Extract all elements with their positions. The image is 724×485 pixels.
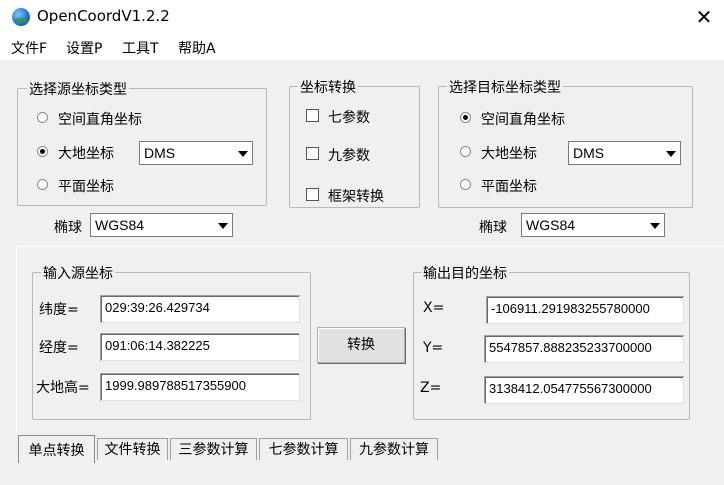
output-x-field[interactable]: -106911.291983255780000 (486, 296, 684, 324)
convert-button[interactable]: 转换 (317, 327, 405, 363)
target-format-select[interactable]: DMS (568, 141, 681, 165)
chevron-down-icon[interactable] (213, 215, 231, 235)
source-label-geodetic: 大地坐标 (58, 146, 114, 162)
target-label-geodetic: 大地坐标 (481, 146, 537, 162)
output-legend: 输出目的坐标 (421, 263, 509, 283)
target-ellipsoid-select[interactable]: WGS84 (521, 213, 665, 237)
source-radio-cartesian[interactable] (37, 112, 48, 123)
output-label-x: X= (423, 300, 445, 316)
output-z-field[interactable]: 3138412.054775567300000 (484, 376, 684, 404)
target-type-legend: 选择目标坐标类型 (447, 77, 563, 97)
target-radio-cartesian[interactable] (460, 112, 471, 123)
tab-file-convert[interactable]: 文件转换 (97, 438, 168, 460)
menu-file[interactable]: 文件F (11, 38, 47, 58)
source-radio-geodetic[interactable] (37, 146, 48, 157)
longitude-input[interactable]: 091:06:14.382225 (100, 333, 300, 361)
latitude-input[interactable]: 029:39:26.429734 (100, 295, 300, 323)
source-type-legend: 选择源坐标类型 (27, 79, 129, 99)
output-label-z: Z= (420, 380, 442, 396)
target-ellipsoid-value: WGS84 (526, 217, 576, 233)
label-seven-param: 七参数 (328, 110, 370, 126)
menu-settings[interactable]: 设置P (66, 38, 102, 58)
source-radio-plane[interactable] (37, 179, 48, 190)
target-radio-plane[interactable] (460, 179, 471, 190)
target-radio-geodetic[interactable] (460, 146, 471, 157)
source-label-plane: 平面坐标 (58, 179, 114, 195)
height-input[interactable]: 1999.989788517355900 (100, 373, 300, 401)
chevron-down-icon[interactable] (661, 143, 679, 163)
target-label-plane: 平面坐标 (481, 179, 537, 195)
output-label-y: Y= (423, 340, 444, 356)
input-label-latitude: 纬度= (39, 302, 79, 318)
output-y-field[interactable]: 5547857.888235233700000 (484, 335, 684, 363)
source-format-select[interactable]: DMS (139, 141, 253, 165)
menu-bar (0, 34, 724, 58)
target-label-cartesian: 空间直角坐标 (481, 112, 565, 128)
source-format-value: DMS (144, 145, 176, 161)
checkbox-frame-transform[interactable] (306, 188, 319, 201)
menu-tools[interactable]: 工具T (122, 38, 159, 58)
input-label-longitude: 经度= (39, 340, 79, 356)
tab-nine-param[interactable]: 九参数计算 (350, 438, 438, 460)
source-label-cartesian: 空间直角坐标 (58, 112, 142, 128)
input-label-height: 大地高= (36, 380, 90, 396)
chevron-down-icon[interactable] (233, 143, 251, 163)
source-ellipsoid-select[interactable]: WGS84 (90, 213, 233, 237)
label-nine-param: 九参数 (328, 148, 370, 164)
checkbox-nine-param[interactable] (306, 147, 319, 160)
menu-help[interactable]: 帮助A (178, 38, 216, 58)
label-frame-transform: 框架转换 (328, 189, 384, 205)
tab-three-param[interactable]: 三参数计算 (170, 438, 257, 460)
target-format-value: DMS (573, 145, 605, 161)
chevron-down-icon[interactable] (645, 215, 663, 235)
transform-legend: 坐标转换 (298, 77, 358, 97)
input-legend: 输入源坐标 (41, 263, 115, 283)
target-ellipsoid-label: 椭球 (479, 220, 507, 236)
app-globe-icon (12, 8, 30, 26)
close-button[interactable]: ✕ (690, 4, 718, 30)
source-ellipsoid-value: WGS84 (95, 217, 145, 233)
checkbox-seven-param[interactable] (306, 109, 319, 122)
tab-single-point[interactable]: 单点转换 (18, 435, 95, 463)
tab-seven-param[interactable]: 七参数计算 (259, 438, 348, 460)
source-ellipsoid-label: 椭球 (54, 220, 82, 236)
window-title: OpenCoordV1.2.2 (37, 7, 170, 25)
